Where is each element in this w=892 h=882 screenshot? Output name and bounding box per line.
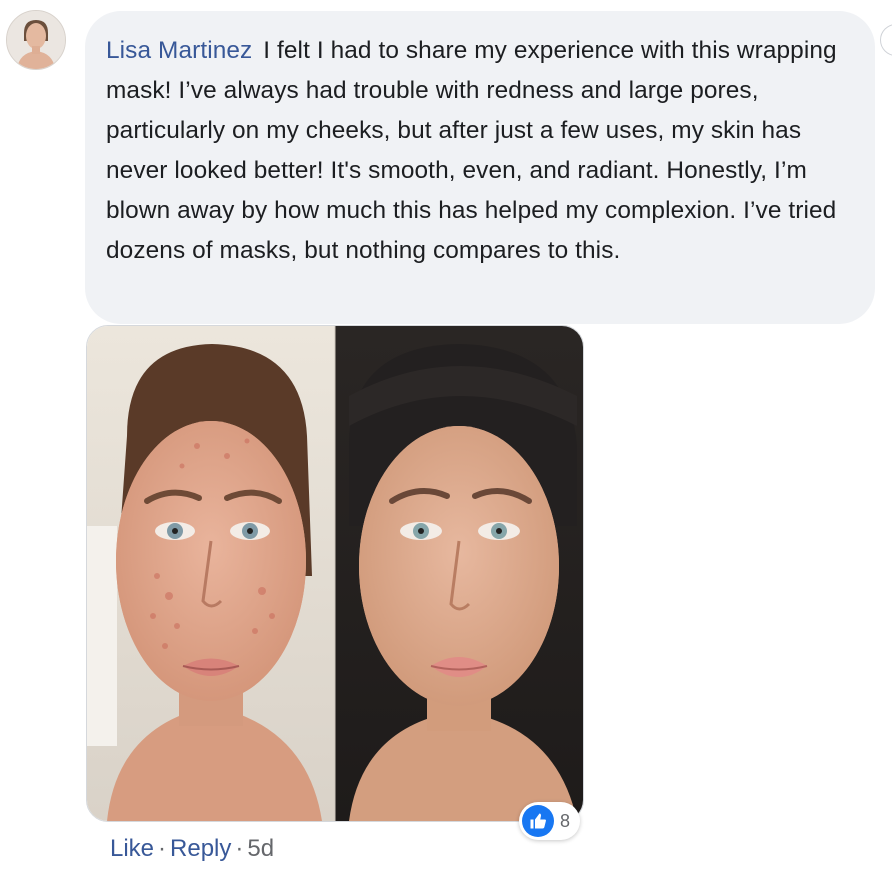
- comment-container: Lisa Martinez I felt I had to share my e…: [0, 0, 892, 882]
- reaction-summary[interactable]: 8: [519, 802, 581, 840]
- separator-dot: ·: [158, 835, 167, 862]
- thumbs-up-icon: [522, 805, 554, 837]
- reply-link[interactable]: Reply: [170, 832, 231, 866]
- comment-text: I felt I had to share my experience with…: [106, 37, 837, 264]
- separator-dot: ·: [235, 835, 244, 862]
- avatar-portrait-icon: [7, 11, 65, 69]
- like-link[interactable]: Like: [110, 832, 154, 866]
- timestamp[interactable]: 5d: [247, 832, 274, 866]
- after-face-image: [335, 326, 583, 821]
- author-name[interactable]: Lisa Martinez: [106, 37, 252, 64]
- reaction-count: 8: [560, 810, 571, 831]
- before-face-image: [87, 326, 335, 821]
- before-after-photo[interactable]: [86, 325, 584, 822]
- avatar[interactable]: [6, 10, 66, 70]
- comment-actions: Like · Reply · 5d: [110, 832, 274, 866]
- next-comment-avatar[interactable]: [880, 24, 892, 56]
- comment-body: Lisa Martinez I felt I had to share my e…: [106, 31, 853, 271]
- comment-bubble: Lisa Martinez I felt I had to share my e…: [85, 11, 875, 324]
